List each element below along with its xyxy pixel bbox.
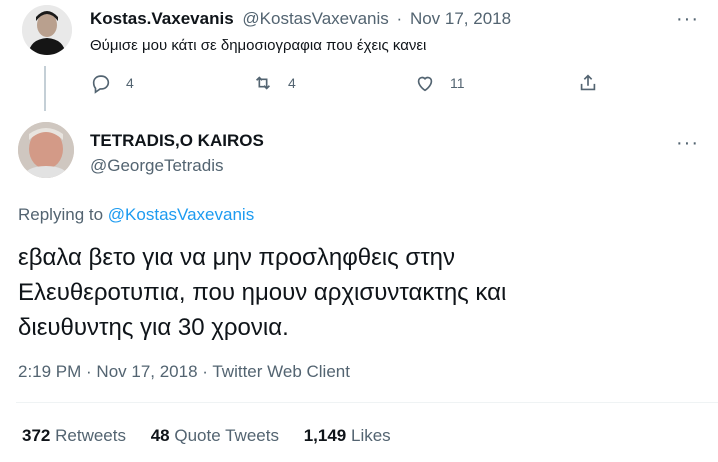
main-tweet-text: εβαλα βετο για να μην προσληφθεις στην Ε…	[18, 240, 506, 345]
main-tweet-line-3: διευθυντης για 30 χρονια.	[18, 314, 289, 341]
replying-to-handle[interactable]: @KostasVaxevanis	[108, 205, 254, 224]
parent-reply-count: 4	[126, 75, 134, 91]
reply-icon	[92, 75, 110, 94]
parent-separator: ·	[396, 9, 403, 28]
parent-share-action[interactable]	[577, 72, 599, 94]
parent-handle[interactable]: @KostasVaxevanis	[242, 9, 388, 28]
tweet-meta[interactable]: 2:19 PM · Nov 17, 2018 · Twitter Web Cli…	[18, 362, 350, 382]
avatar-kostas-image	[22, 5, 72, 55]
main-more-icon[interactable]: ···	[676, 133, 699, 153]
parent-display-name[interactable]: Kostas.Vaxevanis	[90, 9, 234, 28]
likes-stat[interactable]: 1,149 Likes	[304, 426, 391, 445]
main-tweet-line-2: Ελευθεροτυπια, που ημουν αρχισυντακτης κ…	[18, 279, 507, 306]
quote-tweets-stat[interactable]: 48 Quote Tweets	[151, 426, 279, 445]
replying-to: Replying to @KostasVaxevanis	[18, 205, 254, 225]
retweets-stat[interactable]: 372 Retweets	[22, 426, 126, 445]
tweet-stats: 372 Retweets 48 Quote Tweets 1,149 Likes	[22, 426, 391, 446]
quote-tweets-count: 48	[150, 426, 170, 445]
likes-label: Likes	[350, 426, 391, 445]
divider	[16, 402, 718, 403]
avatar-george[interactable]	[18, 122, 74, 178]
like-icon	[417, 76, 433, 92]
parent-tweet-text: Θύμισε μου κάτι σε δημοσιογραφια που έχε…	[90, 37, 427, 54]
retweets-label: Retweets	[55, 426, 126, 445]
likes-count: 1,149	[303, 426, 347, 445]
main-display-name[interactable]: TETRADIS,O KAIROS	[90, 131, 264, 151]
parent-like-action[interactable]: 11	[414, 72, 465, 94]
quote-tweets-label: Quote Tweets	[174, 426, 279, 445]
parent-date[interactable]: Nov 17, 2018	[410, 9, 511, 28]
retweet-icon	[255, 76, 271, 90]
thread-line	[44, 66, 46, 111]
retweets-count: 372	[22, 426, 51, 445]
parent-tweet-header: Kostas.Vaxevanis @KostasVaxevanis · Nov …	[90, 9, 511, 29]
avatar-kostas[interactable]	[22, 5, 72, 55]
parent-retweet-action[interactable]: 4	[252, 72, 296, 94]
replying-to-label: Replying to	[18, 205, 104, 224]
main-tweet-line-1: εβαλα βετο για να μην προσληφθεις στην	[18, 244, 456, 271]
main-handle[interactable]: @GeorgeTetradis	[90, 156, 224, 176]
parent-retweet-count: 4	[288, 75, 296, 91]
share-icon	[580, 74, 596, 91]
parent-reply-action[interactable]: 4	[90, 72, 134, 94]
avatar-george-image	[18, 122, 74, 178]
parent-more-icon[interactable]: ···	[676, 9, 699, 29]
parent-like-count: 11	[450, 75, 465, 91]
